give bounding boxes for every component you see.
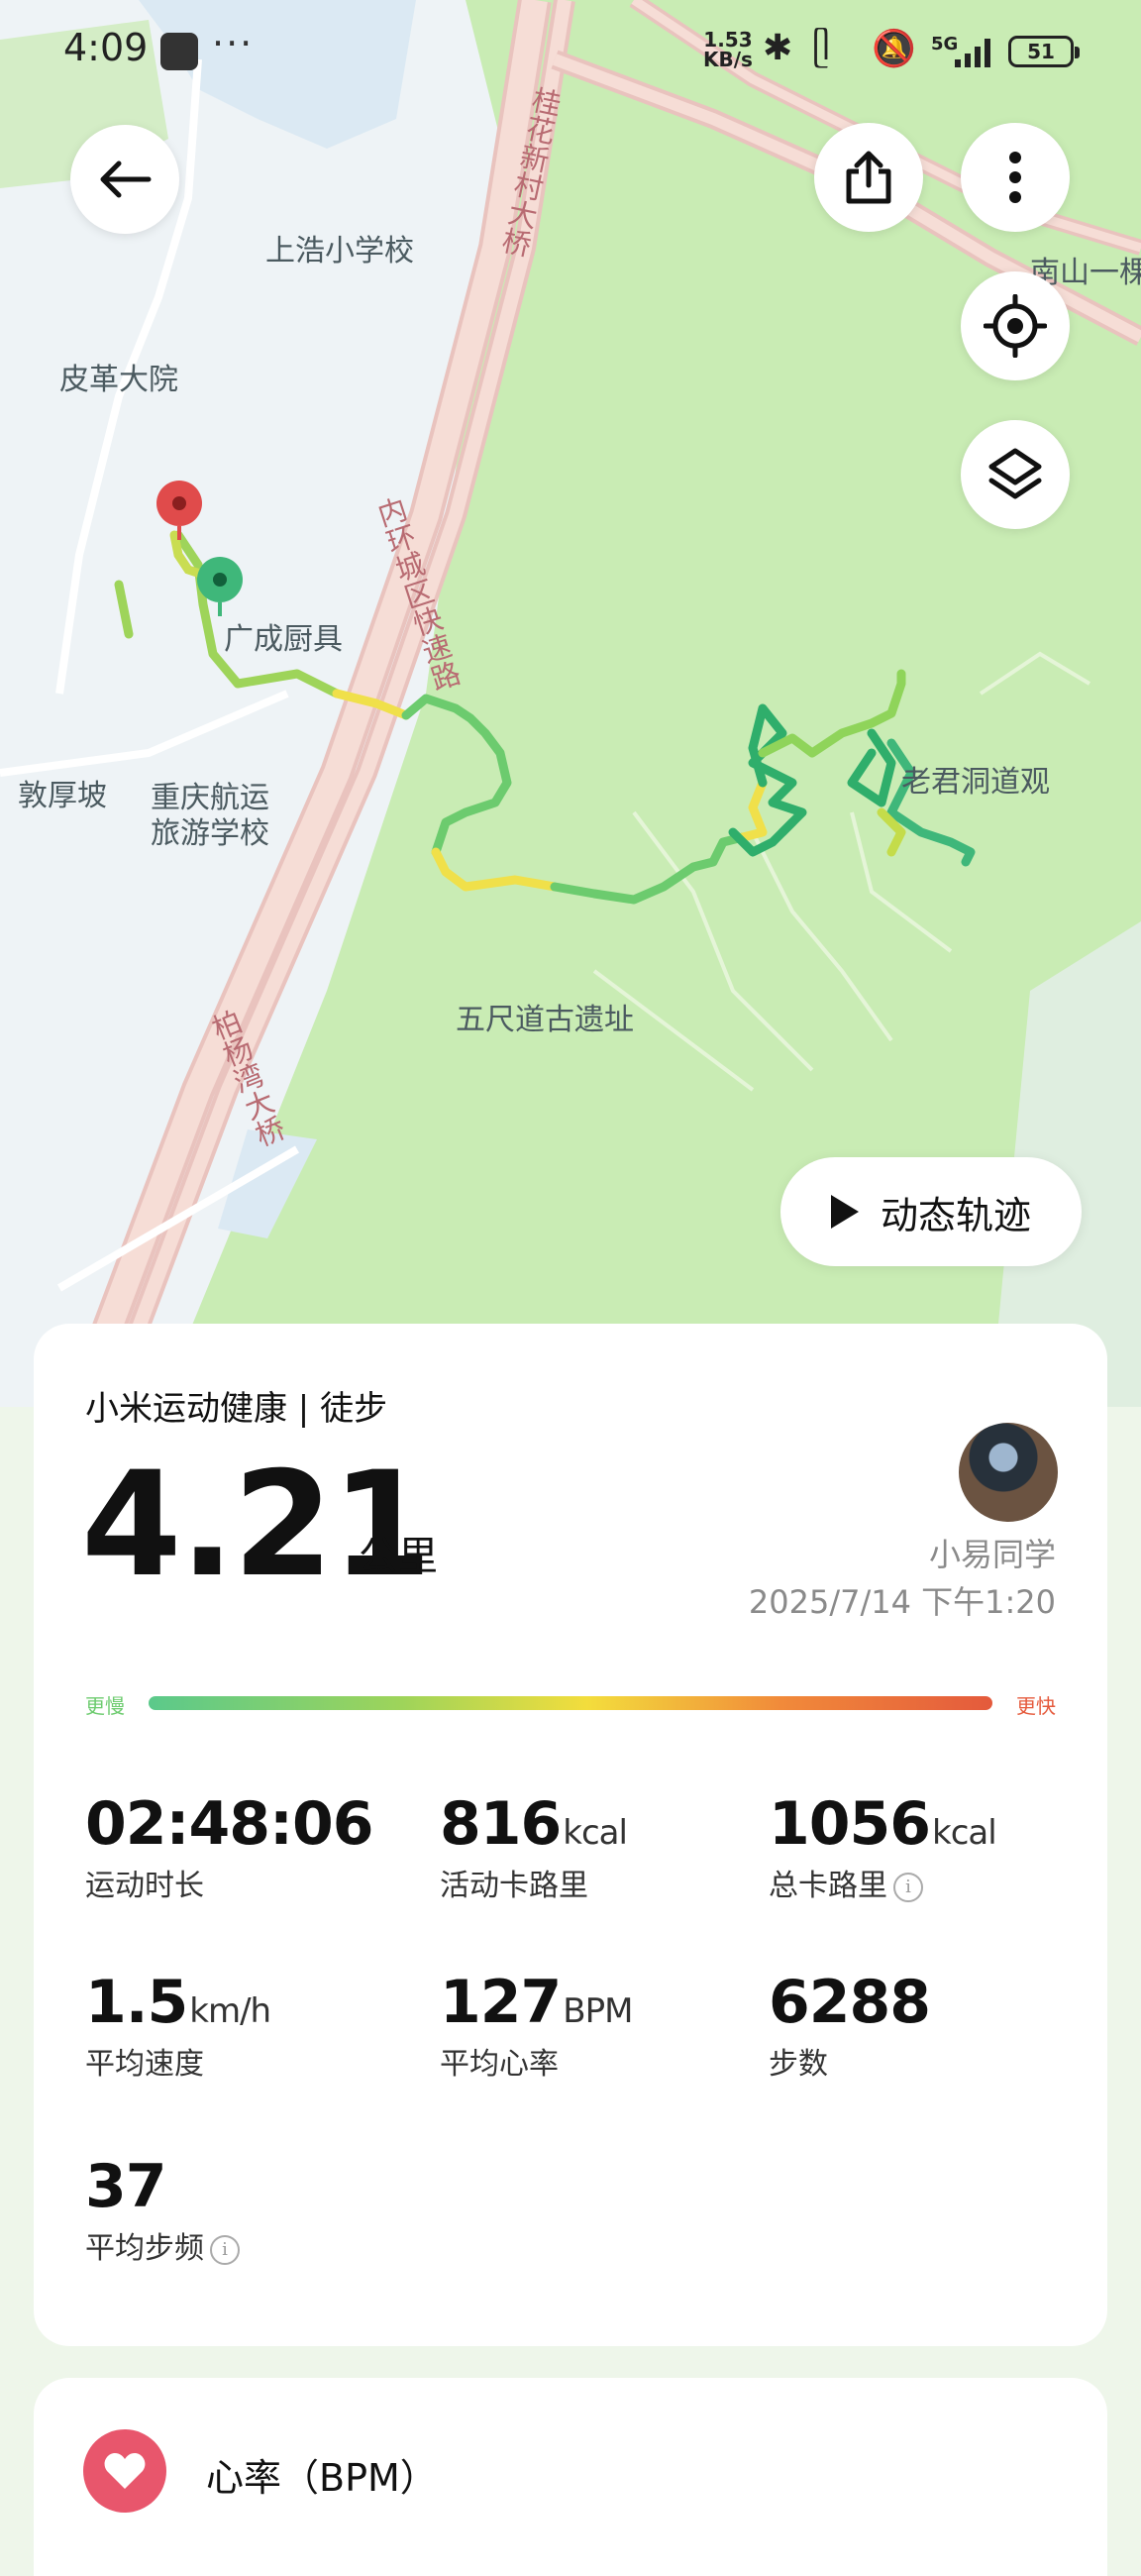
metric-avg-heart-rate-label: 平均心率: [440, 2047, 559, 2082]
map-label-compound: 皮革大院: [59, 363, 178, 397]
heart-rate-section[interactable]: 心率（BPM）: [34, 2378, 1107, 2576]
pace-gradient-bar: [149, 1696, 992, 1710]
metric-steps-label: 步数: [769, 2047, 828, 2082]
map-label-slope: 敦厚坡: [18, 779, 107, 813]
metric-steps: 6288 步数: [769, 1968, 931, 2083]
map-label-temple: 老君洞道观: [901, 765, 1050, 800]
metric-total-calories: 1056kcal 总卡路里 i: [769, 1789, 997, 1904]
map-label-shop: 广成厨具: [224, 622, 343, 657]
layers-icon: [988, 448, 1042, 499]
net-speed-unit: KB/s: [703, 48, 753, 71]
metric-active-calories-label: 活动卡路里: [440, 1869, 588, 1903]
metric-cadence-label: 平均步频 i: [85, 2223, 240, 2267]
signal-icon: [955, 39, 990, 67]
info-icon[interactable]: i: [893, 1872, 923, 1902]
metric-avg-heart-rate: 127BPM 平均心率: [440, 1968, 633, 2083]
user-name: 小易同学: [928, 1536, 1056, 1573]
metric-active-calories-value: 816kcal: [440, 1789, 628, 1859]
map-label-school: 上浩小学校: [265, 234, 414, 268]
metric-duration-value: 02:48:06: [85, 1789, 373, 1859]
metric-total-calories-value: 1056kcal: [769, 1789, 997, 1859]
play-icon: [830, 1195, 859, 1229]
map-label-ruins: 五尺道古遗址: [456, 1003, 634, 1037]
summary-card: 小米运动健康 | 徒步 4.21 公里 小易同学 2025/7/14 下午1:2…: [34, 1324, 1107, 2346]
metric-cadence-value: 37: [85, 2152, 166, 2221]
pace-legend-fast: 更快: [1016, 1694, 1056, 1718]
metric-cadence: 37 平均步频 i: [85, 2152, 240, 2267]
net-speed-value: 1.53: [703, 28, 753, 52]
locate-button[interactable]: [961, 271, 1070, 380]
back-button[interactable]: [70, 125, 179, 234]
more-button[interactable]: [961, 123, 1070, 232]
more-vertical-icon: [1009, 152, 1021, 203]
heart-shape: [104, 2453, 146, 2489]
metric-avg-speed: 1.5km/h 平均速度: [85, 1968, 271, 2083]
metric-duration-label: 运动时长: [85, 1869, 204, 1903]
pace-legend-slow: 更慢: [85, 1694, 125, 1718]
metric-avg-heart-rate-value: 127BPM: [440, 1968, 633, 2037]
activity-title: 小米运动健康 | 徒步: [85, 1389, 388, 1429]
metric-avg-speed-label: 平均速度: [85, 2047, 204, 2082]
metric-total-calories-label: 总卡路里 i: [769, 1861, 996, 1904]
share-icon: [846, 151, 891, 204]
heart-icon: [83, 2429, 166, 2513]
recorder-icon: [160, 33, 198, 70]
metric-active-calories: 816kcal 活动卡路里: [440, 1789, 628, 1904]
status-time: 4:09: [63, 26, 149, 69]
earbuds-icon: ᥫ: [812, 28, 831, 68]
more-notifications-icon: ···: [212, 22, 255, 65]
layers-button[interactable]: [961, 420, 1070, 529]
net-speed: 1.53 KB/s: [703, 30, 753, 69]
arrow-left-icon: [100, 161, 152, 198]
metric-steps-value: 6288: [769, 1968, 931, 2037]
share-button[interactable]: [814, 123, 923, 232]
locate-icon: [984, 294, 1047, 358]
battery-indicator: 51: [1008, 36, 1080, 67]
activity-date: 2025/7/14 下午1:20: [748, 1583, 1056, 1621]
info-icon[interactable]: i: [210, 2234, 240, 2265]
dynamic-track-label: 动态轨迹: [880, 1193, 1031, 1237]
status-bar: 4:09 ··· 1.53 KB/s ✱ ᥫ 🔕 5G 51: [0, 0, 1141, 109]
map-label-college: 重庆航运旅游学校: [151, 781, 269, 851]
distance-unit: 公里: [359, 1534, 438, 1579]
heart-rate-title: 心率（BPM）: [206, 2456, 438, 2500]
metric-duration: 02:48:06 运动时长: [85, 1789, 373, 1904]
mute-icon: 🔕: [872, 29, 916, 69]
avatar[interactable]: [959, 1423, 1058, 1522]
dynamic-track-button[interactable]: 动态轨迹: [780, 1157, 1082, 1266]
bluetooth-icon: ✱: [763, 28, 793, 68]
metric-avg-speed-value: 1.5km/h: [85, 1968, 271, 2037]
